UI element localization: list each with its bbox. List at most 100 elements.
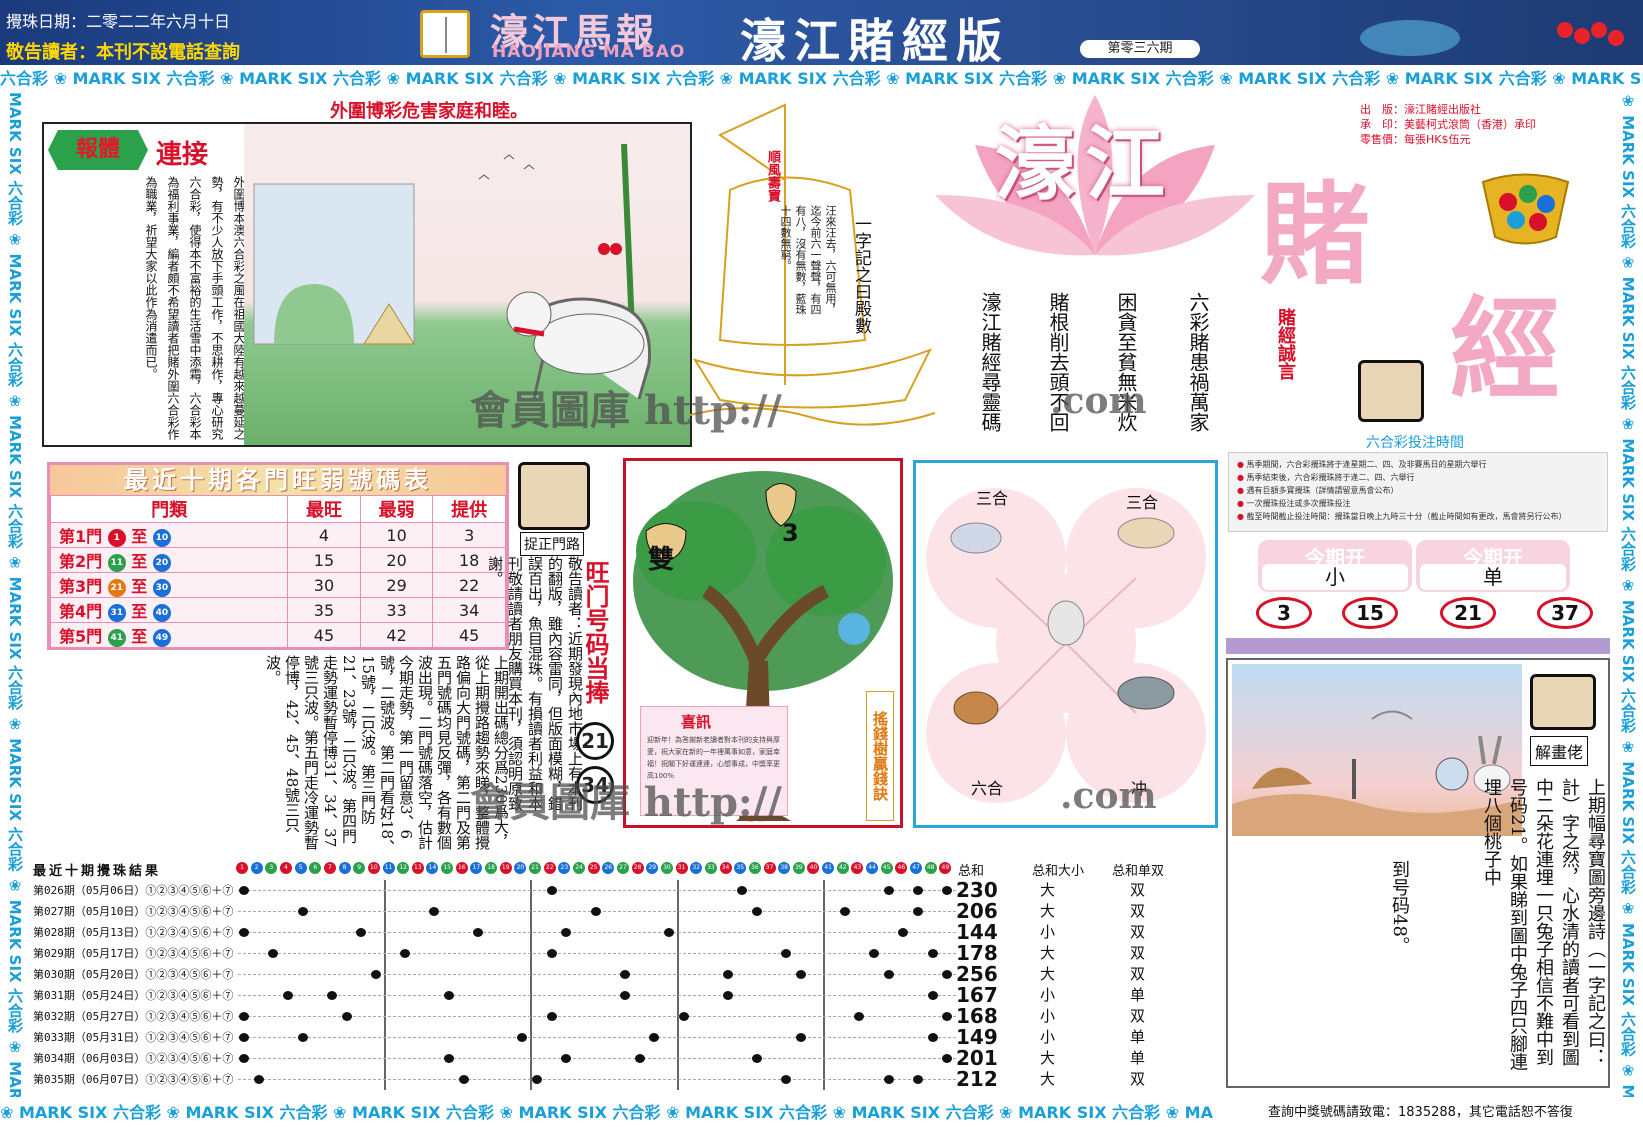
number-ball-icon: 14 [426,862,439,874]
drawn-number-dot [839,907,850,916]
zodiac-illustration [926,488,1206,803]
number-header: 1 2 3 4 5 6 7 8 9 10 11 12 13 14 15 16 17 18 19 20 21 22 23 24 2… [236,862,954,876]
issue-value: 单 [1420,564,1566,590]
good-news-title: 喜訊 [681,713,712,731]
number-ball-icon: 16 [455,862,468,874]
size-value: 大 [1040,902,1056,920]
bet-time-item: 遇有巨額多寶攪珠（詳情請留意馬會公布） [1237,484,1599,497]
pointing-hand-icon [518,462,590,530]
drawn-number-dot [239,886,249,895]
draw-date: 攪珠日期：二零二二年六月十日 [6,12,231,31]
drawn-number-dot [546,1012,557,1021]
drawn-number-dot [942,1012,953,1021]
drawn-number-dot [341,1012,352,1021]
number-ball-icon: 41 [822,862,835,874]
number-ball-icon: 24 [573,862,586,874]
riddle-label: 解畫佬 [1530,736,1589,766]
cold-cell: 42 [359,622,434,648]
writing-hand-icon [1358,360,1424,422]
drawn-number-dot [326,991,337,1000]
number-ball-icon: 31 [675,862,688,874]
drawn-number-dot [458,1075,469,1084]
hot-cell: 30 [287,572,361,598]
number-ball-icon: 4 [279,862,292,874]
drawn-number-dot [546,886,557,895]
drawn-number-dot [517,1033,528,1042]
hot-cell: 4 [287,522,361,548]
bet-time-item: 一次攪珠投注或多次攪珠投注 [1237,497,1599,510]
top-banner: 六合彩 ❀ MARK SIX 六合彩 ❀ MARK SIX 六合彩 ❀ MARK… [0,69,1643,88]
number-ball-icon: 11 [107,553,126,572]
bet-time-panel: 馬季期間，六合彩攪珠將于逢星期二、四、及非賽馬日的星期六舉行 馬季結束後，六合彩… [1228,452,1608,532]
drawn-number-dot [927,949,938,958]
drawn-number-dot [751,907,762,916]
number-ball-icon: 1 [107,528,126,547]
results-list: 第026期（05月06日）①②③④⑤⑥＋⑦ 第027期（05月10日）①②③④⑤⑥… [33,880,238,1090]
drawn-number-dot [282,991,293,1000]
to-word: 至 [125,602,153,621]
door-name: 第1門 [59,527,108,546]
warning-title: 外圍博彩危害家庭和睦。 [330,101,528,122]
drawn-number-dot [737,886,748,895]
odd-even-value: 双 [1130,881,1146,899]
riddle-answer: 到号码48。 [1389,860,1410,955]
drawn-number-dot [268,949,279,958]
size-value: 小 [1040,986,1056,1004]
number-ball-icon: 8 [338,862,351,874]
motto-label: 賭經誠言 [1275,308,1296,380]
this-issue-size: 今期开 小 [1258,540,1412,592]
header-bar: 攪珠日期：二零二二年六月十日 敬告讀者：本刊不設電話查詢 濠江馬報 HAOJIA… [0,0,1643,68]
publication-info: 出 版：濠江賭經出版社 承 印：美藝柯式滾筒（香港）承印 零售價：每張HK$伍元 [1360,102,1536,147]
drawn-number-dot [913,907,924,916]
motto-line-1: 六彩賭患禍萬家 [1186,292,1210,432]
odd-even-value: 双 [1130,944,1146,962]
row-line [238,1079,956,1080]
number-ball-icon: 39 [792,862,805,874]
row-line [238,932,956,933]
number-ball-icon: 29 [646,862,659,874]
drawn-number-dot [751,1054,762,1063]
drawn-number-dot [795,970,806,979]
to-word: 至 [125,577,153,596]
drawn-number-dot [370,970,381,979]
drawn-number-dot [927,991,938,1000]
number-ball-icon: 22 [543,862,556,874]
tip-number: 15 [1342,597,1398,629]
number-ball-icon: 15 [441,862,454,874]
number-ball-icon: 33 [704,862,717,874]
column-header: 最旺 [287,495,361,523]
number-ball-icon: 36 [748,862,761,874]
number-ball-icon: 40 [152,603,171,622]
drawn-number-dot [532,1075,543,1084]
drawn-number-dot [869,949,880,958]
row-line [238,890,956,891]
odd-even-value: 双 [1130,902,1146,920]
sum-value: 201 [956,1046,998,1070]
column-header: 最弱 [359,495,434,523]
cold-cell: 20 [359,547,434,573]
table-row: 第1門 1 至 10 4 10 3 [49,522,506,548]
door-name: 第5門 [59,627,108,646]
door-name: 第4門 [59,602,108,621]
number-ball-icon: 21 [529,862,542,874]
hot-cell: 15 [287,547,361,573]
drawn-number-dot [898,928,909,937]
issue-number: 第零三六期 [1080,40,1200,58]
drawn-number-dot [883,1075,894,1084]
number-ball-icon: 10 [152,528,171,547]
drawn-number-dot [239,928,249,937]
tree-label-double: 雙 [648,545,675,575]
results-title: 最近十期攪珠結果 [33,864,162,879]
drawn-number-dot [239,1012,249,1021]
number-ball-icon: 27 [616,862,629,874]
drawn-number-dot [356,928,367,937]
hot-cold-table: 最近十期各門旺弱號碼表 門類 最旺 最弱 提供 第1門 1 至 10 4 10 3 第2… [47,462,509,650]
number-ball-icon: 49 [939,862,952,874]
sum-value: 206 [956,899,998,923]
odd-even-value: 单 [1130,1049,1146,1067]
hot-door-title: 旺门号码当捧 [581,560,609,704]
watermark: .com [1060,775,1157,817]
number-ball-icon: 26 [602,862,615,874]
number-ball-icon: 5 [294,862,307,874]
drawn-number-dot [561,928,572,937]
